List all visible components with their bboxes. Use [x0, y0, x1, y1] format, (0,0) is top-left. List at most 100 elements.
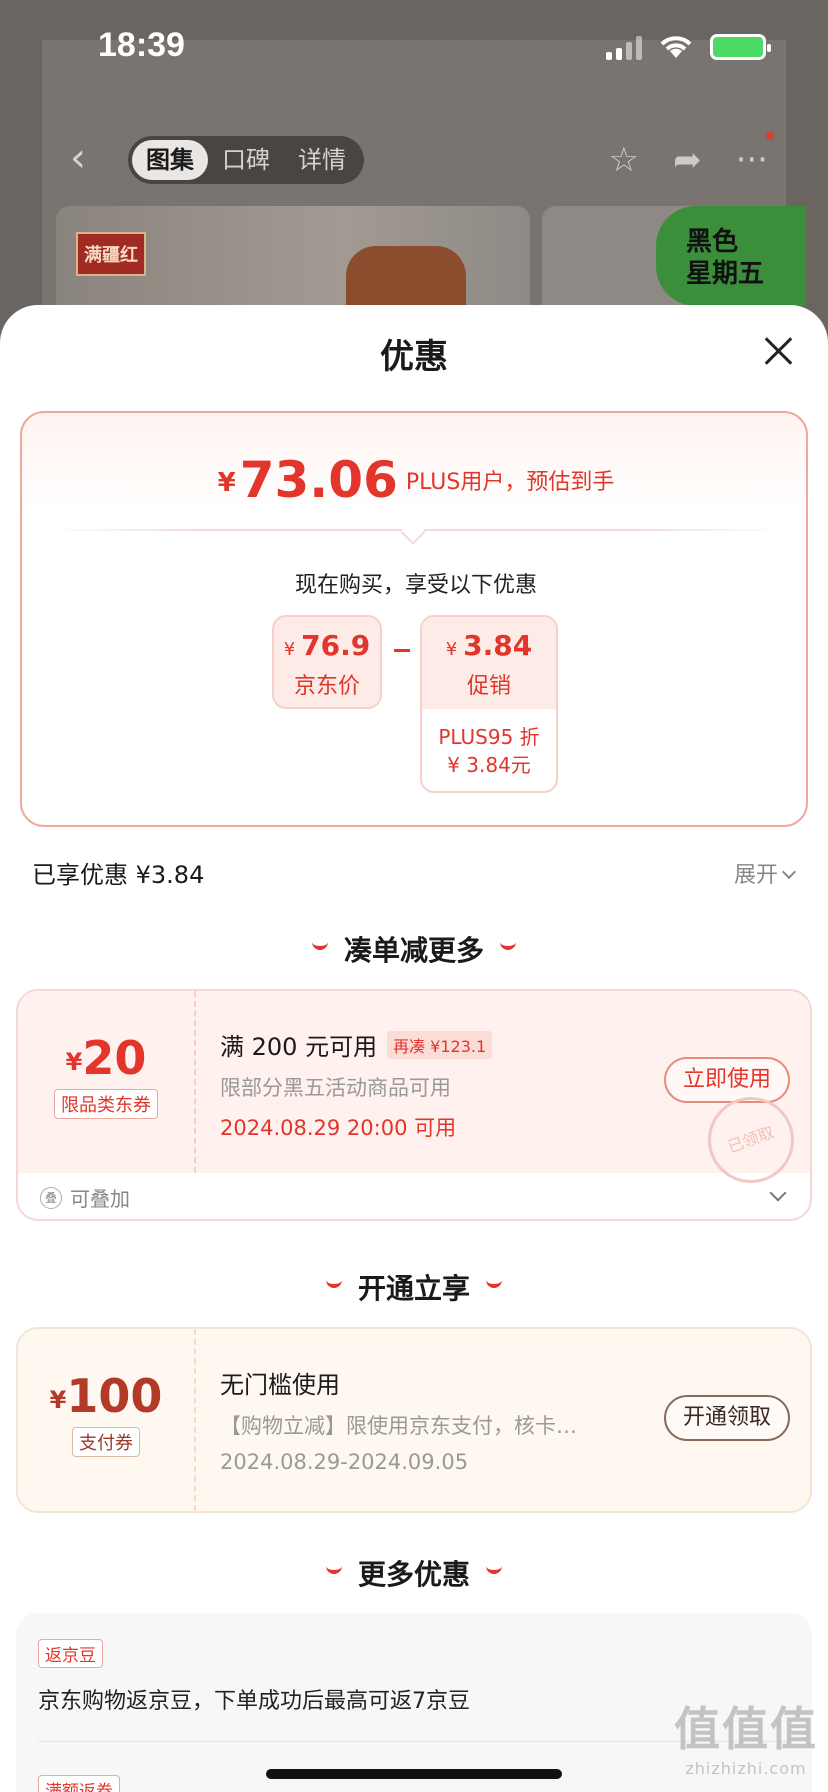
wifi-icon: [660, 36, 692, 58]
coupon-return-tag: 满额返券: [38, 1775, 120, 1792]
notification-dot: [766, 132, 774, 140]
summary-subtitle: 现在购买，享受以下优惠: [294, 573, 537, 598]
chevron-down-icon: [781, 864, 797, 880]
jd-price-currency: ¥: [283, 639, 296, 660]
coupon-type-tag: 限品类东券: [54, 1089, 158, 1119]
tab-reviews[interactable]: 口碑: [208, 140, 284, 180]
enjoyed-discount-text: 已享优惠 ¥3.84: [32, 861, 205, 889]
share-icon[interactable]: ➦: [673, 140, 702, 180]
coupon-card: ¥20 限品类东券 满 200 元可用 再凑 ¥123.1 限部分黑五活动商品可用…: [16, 989, 812, 1221]
use-now-button[interactable]: 立即使用: [664, 1057, 790, 1103]
jd-price-box: ¥76.9 京东价: [272, 615, 382, 709]
status-icons: [606, 34, 771, 60]
brand-logo: 满疆红: [76, 232, 146, 276]
tab-details[interactable]: 详情: [284, 140, 360, 180]
final-price-currency: ¥: [217, 468, 236, 498]
coupon-currency: ¥: [65, 1048, 83, 1076]
coupon-main: ¥100 支付券 无门槛使用 【购物立减】限使用京东支付，核卡… 2024.08…: [18, 1329, 810, 1511]
swirl-icon: [486, 1566, 502, 1574]
final-price-note: PLUS用户，预估到手: [405, 470, 615, 495]
coupon-left: ¥20 限品类东券: [18, 991, 196, 1173]
expand-label: 展开: [733, 863, 778, 888]
promo-currency: ¥: [445, 639, 458, 660]
swirl-icon: [311, 942, 328, 950]
jingdou-tag: 返京豆: [38, 1639, 103, 1668]
promo-detail-line-2: ¥ 3.84元: [447, 753, 531, 777]
back-icon[interactable]: ‹: [70, 138, 110, 178]
jingdou-text: 京东购物返京豆，下单成功后最高可返7京豆: [38, 1689, 470, 1714]
coupon-left: ¥100 支付券: [18, 1329, 196, 1511]
product-nav: ‹ 图集 口碑 详情 ☆ ➦ ···: [0, 130, 828, 190]
summary-notch: [400, 519, 426, 545]
section-title-activate-text: 开通立享: [357, 1272, 470, 1305]
swirl-icon: [486, 1280, 502, 1288]
activate-claim-button[interactable]: 开通领取: [664, 1395, 790, 1441]
coupon-date: 2024.08.29 20:00 可用: [220, 1116, 457, 1140]
promo-value: 3.84: [463, 629, 533, 662]
coupon-title: 满 200 元可用 再凑 ¥123.1: [220, 1027, 640, 1062]
swirl-icon: [325, 1280, 342, 1288]
close-icon[interactable]: [762, 335, 794, 367]
promo-detail: PLUS95 折 ¥ 3.84元: [422, 709, 556, 779]
section-title-more-text: 更多优惠: [357, 1558, 470, 1591]
status-time: 18:39: [98, 26, 185, 64]
coupon-value: 100: [66, 1369, 163, 1423]
coupon-remaining-chip: 再凑 ¥123.1: [387, 1031, 493, 1059]
section-title-combine: 凑单减更多: [0, 929, 828, 969]
stackable-text: 可叠加: [70, 1187, 130, 1211]
section-title-more: 更多优惠: [0, 1553, 828, 1593]
more-icon[interactable]: ···: [736, 140, 768, 180]
badge-line-2: 星期五: [686, 259, 765, 289]
minus-sign: [394, 649, 410, 652]
product-page-background: 18:39 ‹ 图集 口碑 详情 ☆ ➦ ··· 满疆红 黑色 星期五: [0, 0, 828, 340]
black-friday-badge: 黑色 星期五: [656, 206, 806, 306]
battery-icon: [710, 34, 771, 60]
coupon-body: 满 200 元可用 再凑 ¥123.1 限部分黑五活动商品可用 2024.08.2…: [220, 1027, 640, 1142]
coupon-amount: ¥100: [18, 1369, 194, 1423]
product-tabs: 图集 口碑 详情: [128, 136, 364, 184]
coupon-main: ¥20 限品类东券 满 200 元可用 再凑 ¥123.1 限部分黑五活动商品可用…: [18, 991, 810, 1196]
nav-actions: ☆ ➦ ···: [609, 140, 768, 180]
final-price: ¥73.06 PLUS用户，预估到手: [22, 451, 810, 509]
watermark-url: zhizhizhi.com: [685, 1759, 807, 1778]
stack-icon: 叠: [40, 1187, 62, 1209]
swirl-icon: [500, 942, 516, 950]
coupon-stack-row[interactable]: 叠 可叠加: [18, 1173, 810, 1219]
promo-box-top: ¥3.84 促销: [422, 617, 556, 709]
payment-coupon-card: ¥100 支付券 无门槛使用 【购物立减】限使用京东支付，核卡… 2024.08…: [16, 1327, 812, 1513]
coupon-body: 无门槛使用 【购物立减】限使用京东支付，核卡… 2024.08.29-2024.…: [220, 1365, 640, 1474]
section-title-combine-text: 凑单减更多: [343, 934, 484, 967]
badge-line-1: 黑色: [686, 227, 739, 257]
price-summary-card: ¥73.06 PLUS用户，预估到手 现在购买，享受以下优惠 ¥76.9 京东价 …: [20, 411, 808, 827]
jd-price-amount: ¥76.9: [274, 617, 380, 662]
section-title-activate: 开通立享: [0, 1267, 828, 1307]
status-bar: 18:39: [0, 0, 828, 100]
coupon-title-text: 满 200 元可用: [220, 1033, 378, 1061]
coupon-type-tag: 支付券: [72, 1427, 140, 1457]
tab-gallery[interactable]: 图集: [132, 140, 208, 180]
home-indicator[interactable]: [266, 1769, 562, 1779]
promo-detail-line-1: PLUS95 折: [438, 725, 540, 749]
chevron-down-icon: [769, 1184, 787, 1202]
discount-sheet: 优惠 ¥73.06 PLUS用户，预估到手 现在购买，享受以下优惠 ¥76.9 京…: [0, 305, 828, 1792]
expand-button[interactable]: 展开: [733, 857, 797, 889]
coupon-title: 无门槛使用: [220, 1371, 340, 1399]
watermark: 值值值 zhizhizhi.com: [674, 1693, 818, 1778]
coupon-date: 2024.08.29-2024.09.05: [220, 1450, 469, 1474]
jd-price-label: 京东价: [293, 674, 360, 699]
coupon-desc: 【购物立减】限使用京东支付，核卡…: [220, 1414, 577, 1438]
swirl-icon: [325, 1566, 342, 1574]
promo-box: ¥3.84 促销 PLUS95 折 ¥ 3.84元: [420, 615, 558, 793]
star-icon[interactable]: ☆: [609, 140, 639, 180]
coupon-currency: ¥: [49, 1386, 67, 1414]
promo-label: 促销: [466, 674, 511, 699]
promo-amount: ¥3.84: [422, 617, 556, 662]
signal-icon: [606, 34, 642, 60]
final-price-value: 73.06: [239, 451, 398, 509]
watermark-logo: 值值值: [674, 1702, 818, 1756]
coupon-amount: ¥20: [18, 1031, 194, 1085]
coupon-desc: 限部分黑五活动商品可用: [220, 1076, 451, 1100]
jd-price-value: 76.9: [301, 629, 371, 662]
sheet-title: 优惠: [380, 337, 448, 377]
coupon-value: 20: [82, 1031, 147, 1085]
